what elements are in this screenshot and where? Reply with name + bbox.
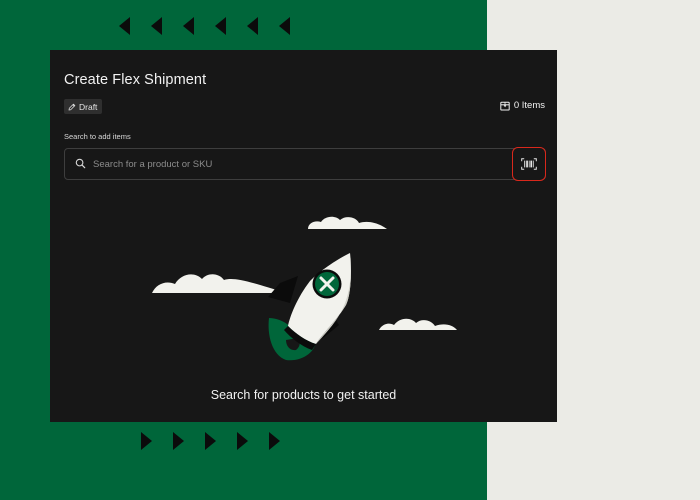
left-triangle-icon	[151, 17, 162, 35]
cloud-icon	[152, 274, 286, 293]
create-shipment-panel: Create Flex Shipment Draft 0 Items Searc…	[50, 50, 557, 422]
empty-state-message: Search for products to get started	[210, 388, 397, 402]
rocket-illustration	[152, 216, 457, 361]
cloud-icon	[379, 318, 457, 330]
left-triangle-icon	[119, 17, 130, 35]
left-triangle-icon	[183, 17, 194, 35]
left-triangle-icon	[215, 17, 226, 35]
right-triangle-icon	[173, 432, 184, 450]
left-triangle-icon	[279, 17, 290, 35]
right-triangle-icon	[141, 432, 152, 450]
rocket-icon	[268, 253, 351, 361]
right-triangle-icon	[269, 432, 280, 450]
left-triangle-icon	[247, 17, 258, 35]
right-triangle-icon	[237, 432, 248, 450]
top-arrow-decoration	[119, 17, 290, 35]
right-triangle-icon	[205, 432, 216, 450]
cloud-icon	[308, 216, 387, 229]
bottom-arrow-decoration	[141, 432, 280, 450]
